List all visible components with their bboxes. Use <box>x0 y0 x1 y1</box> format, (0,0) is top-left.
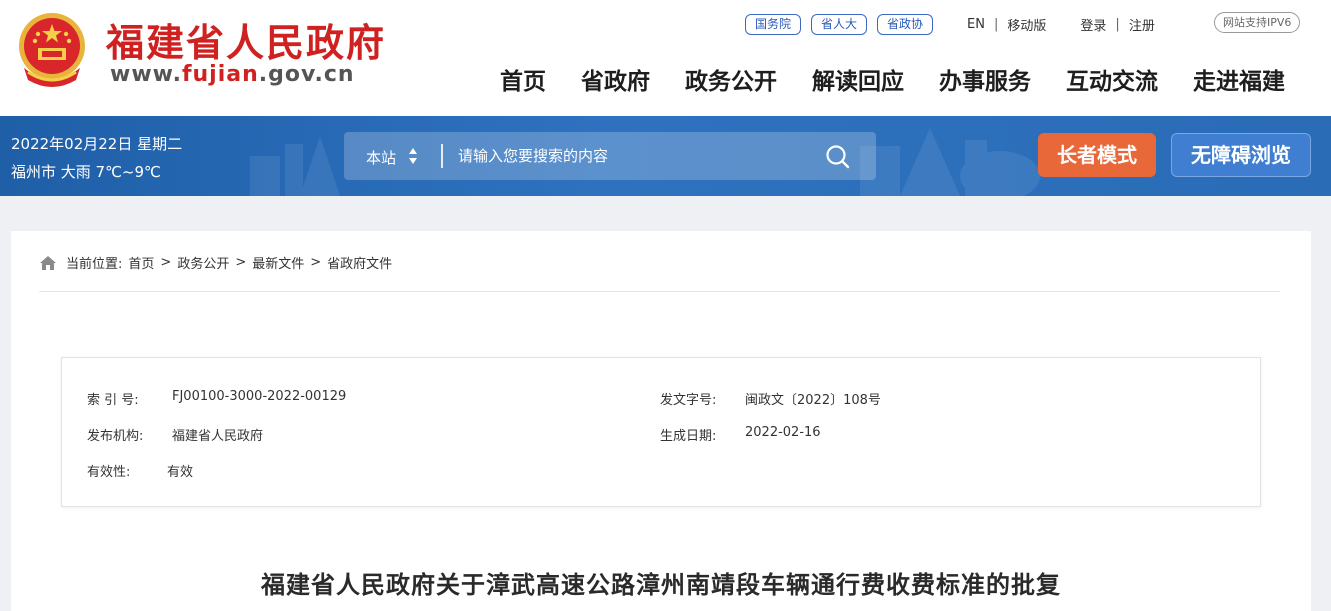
ipv6-badge: 网站支持IPV6 <box>1214 12 1301 33</box>
index-value: FJ00100-3000-2022-00129 <box>172 389 347 404</box>
document-title: 福建省人民政府关于漳武高速公路漳州南靖段车辆通行费收费标准的批复 <box>261 571 1061 599</box>
breadcrumb-affairs[interactable]: 政务公开 <box>177 253 229 272</box>
site-url-prefix: www. <box>110 62 182 87</box>
nav-services[interactable]: 办事服务 <box>939 62 1031 96</box>
validity-label: 有效性: <box>87 465 131 480</box>
top-links: 国务院 省人大 省政协 EN | 移动版 登录 | 注册 <box>745 12 1155 36</box>
link-provincial-cppcc[interactable]: 省政协 <box>877 13 934 35</box>
link-login[interactable]: 登录 <box>1080 15 1106 34</box>
document-metadata: 索 引 号: FJ00100-3000-2022-00129 发文字号: 闽政文… <box>61 357 1261 507</box>
link-provincial-congress[interactable]: 省人大 <box>811 13 868 35</box>
issuer-label: 发布机构: <box>87 429 144 444</box>
search-bar: 本站 <box>344 132 876 180</box>
search-scope-select[interactable]: 本站 <box>366 147 396 168</box>
sort-arrows-icon[interactable] <box>408 147 418 165</box>
breadcrumb-prefix: 当前位置: <box>66 257 123 272</box>
divider: | <box>1115 16 1120 32</box>
nav-home[interactable]: 首页 <box>500 62 546 96</box>
issuer-value: 福建省人民政府 <box>172 429 264 444</box>
search-input[interactable] <box>458 140 808 172</box>
main-nav: 首页 省政府 政务公开 解读回应 办事服务 互动交流 走进福建 <box>500 62 1285 96</box>
search-divider <box>441 144 443 168</box>
index-label: 索 引 号: <box>87 393 139 408</box>
date-label: 生成日期: <box>660 429 717 444</box>
nav-about-fujian[interactable]: 走进福建 <box>1193 62 1285 96</box>
site-url-suffix: .gov.cn <box>258 62 355 87</box>
site-url-highlight: fujian <box>181 62 259 87</box>
breadcrumb-separator: > <box>235 255 247 270</box>
search-band: 2022年02月22日 星期二 福州市 大雨 7℃~9℃ 本站 长者模式 无障碍… <box>0 116 1331 196</box>
divider: | <box>994 16 999 32</box>
current-date: 2022年02月22日 星期二 <box>11 135 183 153</box>
date-value: 2022-02-16 <box>745 425 821 440</box>
site-url: www.fujian.gov.cn <box>110 62 355 87</box>
nav-government[interactable]: 省政府 <box>581 62 650 96</box>
breadcrumb-separator: > <box>310 255 322 270</box>
breadcrumb-divider <box>39 291 1280 292</box>
breadcrumb-gov-files[interactable]: 省政府文件 <box>327 253 392 272</box>
breadcrumb: 当前位置: 首页 > 政务公开 > 最新文件 > 省政府文件 <box>39 253 392 272</box>
home-icon <box>40 255 56 270</box>
link-english[interactable]: EN <box>967 17 985 32</box>
docno-value: 闽政文〔2022〕108号 <box>745 393 881 408</box>
breadcrumb-home[interactable]: 首页 <box>128 253 154 272</box>
site-header: 福建省人民政府 www.fujian.gov.cn 国务院 省人大 省政协 EN… <box>0 0 1331 116</box>
nav-interaction[interactable]: 互动交流 <box>1066 62 1158 96</box>
link-state-council[interactable]: 国务院 <box>745 13 802 35</box>
main-content: 当前位置: 首页 > 政务公开 > 最新文件 > 省政府文件 索 引 号: FJ… <box>11 231 1311 611</box>
nav-interpretation[interactable]: 解读回应 <box>812 62 904 96</box>
nav-affairs[interactable]: 政务公开 <box>685 62 777 96</box>
link-mobile[interactable]: 移动版 <box>1007 15 1046 34</box>
validity-value: 有效 <box>167 465 194 480</box>
search-icon[interactable] <box>824 143 852 171</box>
link-register[interactable]: 注册 <box>1129 15 1155 34</box>
weather-info: 福州市 大雨 7℃~9℃ <box>11 163 161 181</box>
accessible-browse-button[interactable]: 无障碍浏览 <box>1171 133 1311 177</box>
docno-label: 发文字号: <box>660 393 717 408</box>
elder-mode-button[interactable]: 长者模式 <box>1038 133 1156 177</box>
breadcrumb-separator: > <box>160 255 172 270</box>
national-emblem-icon[interactable] <box>14 10 90 90</box>
site-title[interactable]: 福建省人民政府 <box>106 12 386 67</box>
breadcrumb-latest-files[interactable]: 最新文件 <box>252 253 304 272</box>
